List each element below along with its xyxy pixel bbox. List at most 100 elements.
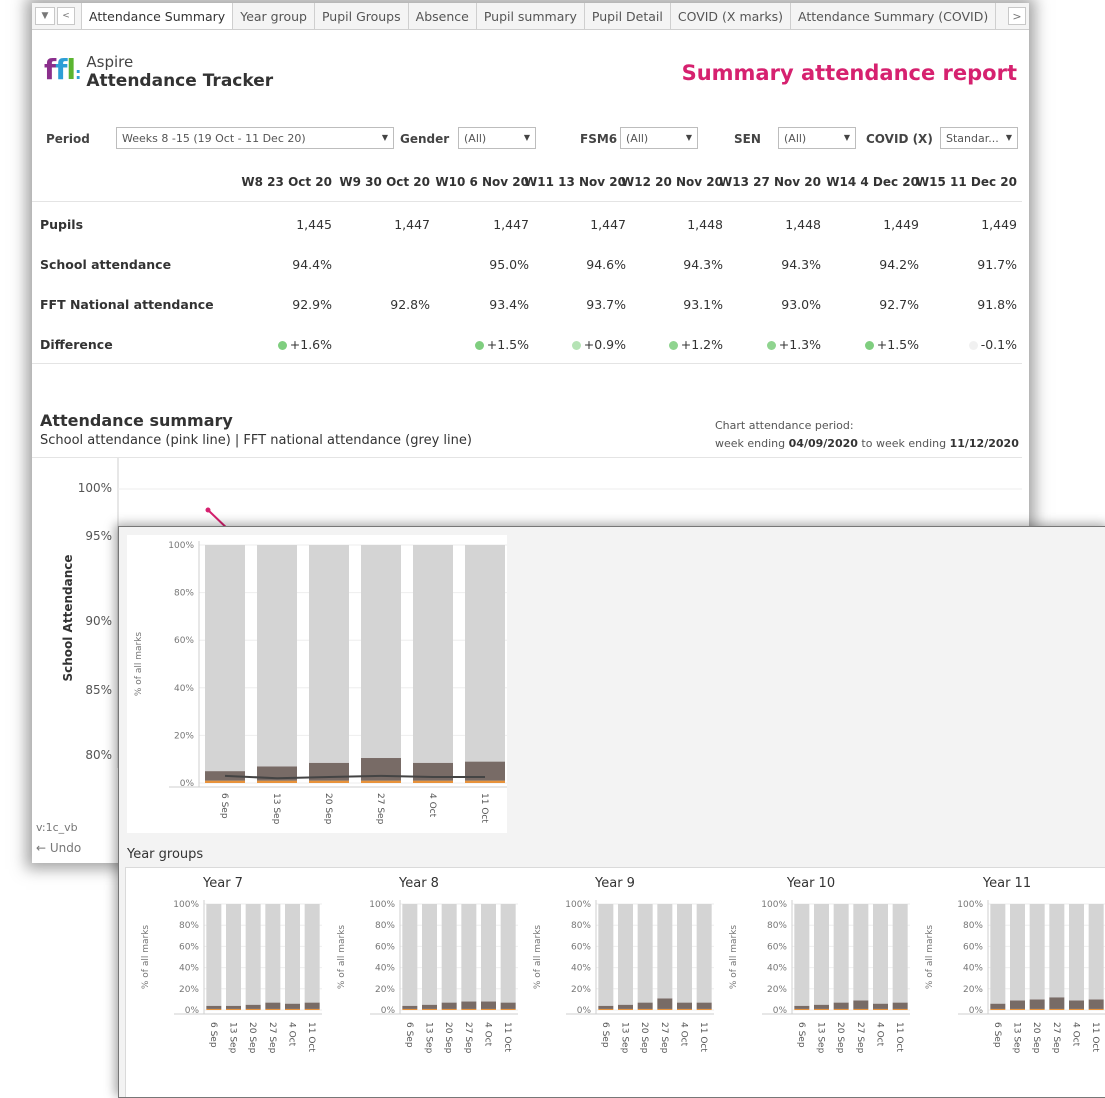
- bar-segment: [1049, 904, 1065, 998]
- bar-segment: [361, 545, 401, 759]
- y-tick-label: 100%: [173, 900, 199, 910]
- tab-covid-x-marks[interactable]: COVID (X marks): [671, 3, 792, 29]
- fsm6-filter-select[interactable]: (All) ▼: [620, 127, 698, 149]
- year-group-title: Year 8: [399, 876, 439, 891]
- undo-button[interactable]: ← Undo: [36, 841, 81, 855]
- bar-segment: [481, 1008, 496, 1010]
- table-row: School attendance 94.4% 95.0% 94.6% 94.3% 94.…: [32, 243, 1022, 283]
- y-tick-label: 80%: [571, 921, 591, 931]
- y-tick-label: 100%: [77, 481, 112, 495]
- y-axis-label: % of all marks: [337, 925, 347, 990]
- table-cell: 1,447: [493, 217, 529, 232]
- bar-segment: [598, 1008, 614, 1010]
- y-tick-label: 20%: [375, 985, 395, 995]
- chevron-down-icon: ▼: [1005, 133, 1012, 142]
- x-tick-label: 13 Sep: [816, 1022, 826, 1054]
- period-filter-label: Period: [46, 132, 90, 146]
- bar-segment: [833, 1002, 849, 1009]
- bar-segment: [285, 1008, 300, 1010]
- x-tick-label: 20 Sep: [323, 793, 333, 825]
- tab-prev-button[interactable]: <: [57, 7, 75, 25]
- year-8-stacked-bar-chart: 100%80%60%40%20%0%% of all marks6 Sep 13 …: [337, 900, 518, 1054]
- table-cell: 1,445: [296, 217, 332, 232]
- fsm6-filter-label: FSM6: [580, 132, 618, 146]
- y-tick-label: 40%: [174, 684, 194, 694]
- gender-filter-select[interactable]: (All) ▼: [458, 127, 536, 149]
- x-tick-label: 20 Sep: [247, 1022, 257, 1054]
- table-cell: 92.9%: [292, 297, 332, 312]
- status-dot-icon: [864, 341, 874, 350]
- x-tick-label: 4 Oct: [287, 1022, 297, 1047]
- table-cell: +1.5%: [821, 337, 919, 352]
- y-tick-label: 80%: [963, 921, 983, 931]
- tab-attendance-summary[interactable]: Attendance Summary: [81, 3, 234, 29]
- y-tick-label: 60%: [174, 636, 194, 646]
- tab-next-button[interactable]: >: [1008, 7, 1026, 25]
- x-tick-label: 13 Sep: [1012, 1022, 1022, 1054]
- x-tick-label: 27 Sep: [463, 1022, 473, 1054]
- period-filter-select[interactable]: Weeks 8 -15 (19 Oct - 11 Dec 20) ▼: [116, 127, 394, 149]
- bar-segment: [1029, 1008, 1045, 1010]
- bar-segment: [206, 904, 222, 1006]
- bar-segment: [1029, 999, 1045, 1009]
- y-tick-label: 40%: [179, 964, 199, 974]
- y-tick-label: 20%: [963, 985, 983, 995]
- y-tick-label: 80%: [375, 921, 395, 931]
- bar-segment: [461, 904, 477, 1002]
- bar-segment: [361, 780, 401, 783]
- bar-segment: [500, 1002, 516, 1009]
- bar-segment: [794, 904, 810, 1006]
- table-cell: +1.3%: [723, 337, 821, 352]
- bar-segment: [441, 1002, 457, 1009]
- tab-menu-dropdown[interactable]: ▼: [35, 7, 55, 25]
- bar-segment: [402, 1005, 418, 1009]
- tab-pupil-summary[interactable]: Pupil summary: [477, 3, 585, 29]
- covid-filter-select[interactable]: Standar... ▼: [940, 127, 1018, 149]
- bar-segment: [422, 904, 437, 1005]
- x-tick-label: 27 Sep: [659, 1022, 669, 1054]
- tab-year-group[interactable]: Year group: [233, 3, 315, 29]
- chart-period-value: week ending 04/09/2020 to week ending 11…: [715, 437, 1019, 450]
- tab-absence[interactable]: Absence: [409, 3, 477, 29]
- y-tick-label: 60%: [375, 942, 395, 952]
- bar-segment: [465, 780, 505, 783]
- table-cell: 91.8%: [977, 297, 1017, 312]
- bar-segment: [657, 998, 673, 1009]
- tab-attendance-summary-covid[interactable]: Attendance Summary (COVID): [791, 3, 997, 29]
- bar-segment: [814, 904, 829, 1005]
- bar-segment: [696, 904, 712, 1003]
- status-dot-icon: [571, 341, 581, 350]
- bar-segment: [677, 1002, 692, 1009]
- table-cell: 93.0%: [781, 297, 821, 312]
- x-tick-label: 27 Sep: [375, 793, 385, 825]
- bar-segment: [794, 1008, 810, 1010]
- bar-segment: [657, 1008, 673, 1010]
- bar-segment: [873, 904, 888, 1004]
- table-cell: 94.4%: [292, 257, 332, 272]
- column-header: W14 4 Dec 20: [826, 175, 919, 189]
- bar-segment: [265, 1002, 281, 1009]
- bar-segment: [814, 1008, 829, 1010]
- bar-segment: [1010, 1008, 1025, 1010]
- x-tick-label: 6 Sep: [796, 1022, 806, 1048]
- table-row: Pupils 1,445 1,447 1,447 1,447 1,448 1,448 1,44…: [32, 203, 1022, 243]
- bar-segment: [677, 1008, 692, 1010]
- column-header: W10 6 Nov 20: [435, 175, 529, 189]
- bar-segment: [637, 904, 653, 1003]
- bar-segment: [257, 780, 297, 783]
- bar-segment: [1049, 1008, 1065, 1010]
- bar-segment: [853, 1000, 869, 1009]
- bar-segment: [1088, 904, 1104, 1000]
- table-cell: 1,447: [590, 217, 626, 232]
- chart-period-label: Chart attendance period:: [715, 419, 854, 432]
- y-tick-label: 80%: [174, 589, 194, 599]
- table-cell: 94.3%: [781, 257, 821, 272]
- x-tick-label: 6 Sep: [208, 1022, 218, 1048]
- year-group-title: Year 10: [786, 876, 836, 891]
- tab-pupil-detail[interactable]: Pupil Detail: [585, 3, 671, 29]
- tab-pupil-groups[interactable]: Pupil Groups: [315, 3, 409, 29]
- bar-segment: [361, 758, 401, 781]
- table-cell: 91.7%: [977, 257, 1017, 272]
- bar-segment: [618, 1008, 633, 1010]
- sen-filter-select[interactable]: (All) ▼: [778, 127, 856, 149]
